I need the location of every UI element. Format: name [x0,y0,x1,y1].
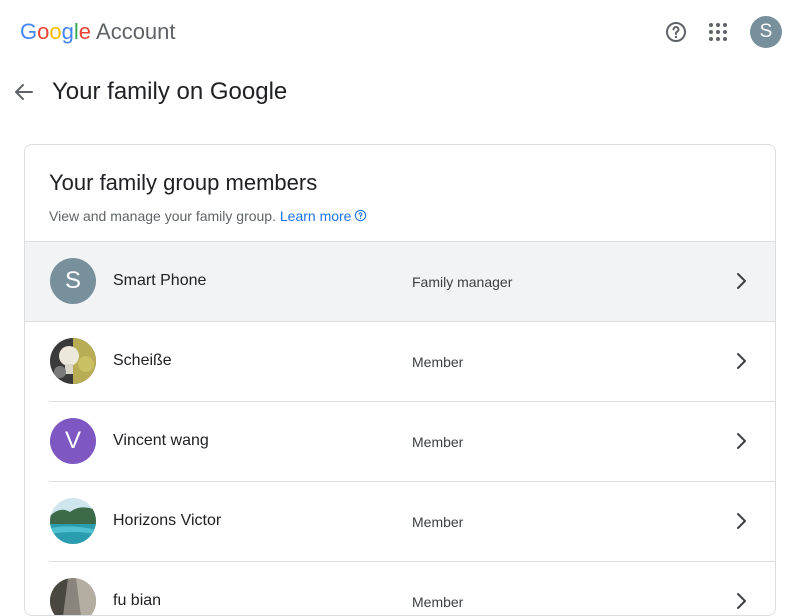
member-avatar-photo [50,498,96,544]
account-avatar[interactable]: S [750,16,782,48]
help-circle-small-icon [355,209,367,222]
logo-account-text: Account [96,19,176,44]
card-description: View and manage your family group. Learn… [49,207,367,225]
top-bar: Google Account S [0,0,800,64]
member-role: Member [412,594,464,610]
member-avatar: S [50,258,96,304]
member-name: Scheiße [113,352,172,369]
google-apps-button[interactable] [702,16,734,48]
member-row-horizons-victor[interactable]: Horizons Victor Member [25,482,775,562]
member-row-vincent-wang[interactable]: V Vincent wang Member [25,402,775,482]
page-title: Your family on Google [52,78,288,105]
member-avatar-photo [50,578,96,615]
chevron-right-icon [737,593,746,609]
member-avatar-photo [50,338,96,384]
learn-more-label: Learn more [279,208,352,224]
help-circle-icon [666,22,686,42]
member-name: Horizons Victor [113,512,222,529]
member-role: Family manager [412,274,513,290]
member-role: Member [412,354,464,370]
google-account-logo[interactable]: Google Account [20,18,176,46]
arrow-back-icon [15,84,33,100]
member-avatar: V [50,418,96,464]
member-name: fu bian [113,592,162,609]
chevron-right-icon [737,513,746,529]
description-text: View and manage your family group. [49,208,276,224]
learn-more-link[interactable]: Learn more [280,208,368,224]
member-name: Smart Phone [113,272,207,289]
member-role: Member [412,434,464,450]
apps-grid-icon [709,23,727,41]
help-button[interactable] [660,16,692,48]
family-members-card: Your family group members View and manag… [24,144,776,616]
chevron-right-icon [737,433,746,449]
card-title: Your family group members [49,170,318,195]
member-role: Member [412,514,464,530]
member-row-scheisse[interactable]: Scheiße Member [25,322,775,402]
member-row-smart-phone[interactable]: S Smart Phone Family manager [25,241,775,322]
member-name: Vincent wang [113,432,209,449]
member-row-fu-bian[interactable]: fu bian Member [25,562,775,615]
members-list: S Smart Phone Family manager Scheiße Mem… [25,241,775,615]
back-button[interactable] [8,76,40,108]
chevron-right-icon [737,273,746,289]
chevron-right-icon [737,353,746,369]
